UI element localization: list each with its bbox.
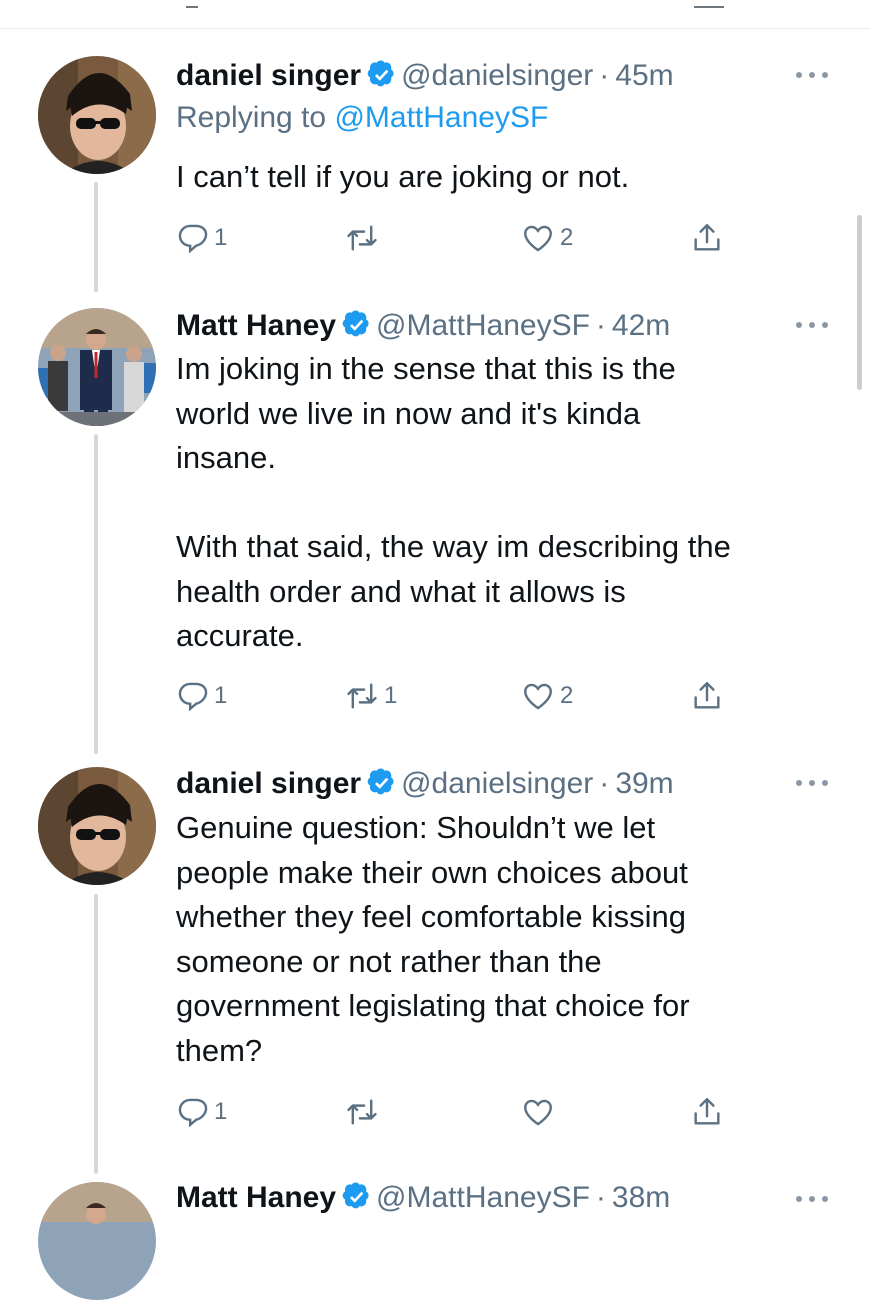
retweet-icon — [347, 1099, 377, 1125]
retweet-button[interactable]: 1 — [344, 678, 397, 714]
top-bar — [0, 0, 870, 29]
more-options-icon[interactable] — [792, 1190, 832, 1210]
share-icon — [694, 224, 720, 251]
like-icon — [524, 683, 552, 710]
share-button[interactable] — [690, 1094, 724, 1130]
tweet-header: daniel singer @danielsinger · 45m — [176, 56, 810, 96]
avatar-daniel-singer[interactable] — [38, 56, 156, 174]
like-count: 2 — [560, 224, 574, 251]
retweet-icon — [347, 225, 377, 251]
like-button[interactable] — [520, 1094, 560, 1130]
author-handle[interactable]: @MattHaneySF — [376, 1181, 590, 1214]
author-name[interactable]: daniel singer — [176, 59, 361, 92]
more-options-icon[interactable] — [792, 316, 832, 336]
top-icon-fragment-left — [186, 0, 198, 8]
author-name[interactable]: Matt Haney — [176, 309, 336, 342]
tweet-actions: 1 1 2 — [176, 678, 736, 714]
retweet-button[interactable] — [344, 220, 384, 256]
more-options-icon[interactable] — [792, 774, 832, 794]
tweet-text: I can’t tell if you are joking or not. — [176, 159, 630, 194]
share-icon — [694, 1098, 720, 1125]
thread-line — [94, 894, 98, 1174]
like-button[interactable]: 2 — [520, 678, 573, 714]
like-count: 2 — [560, 682, 574, 709]
thread-line — [94, 182, 98, 292]
like-icon — [524, 1099, 552, 1126]
tweet-1[interactable]: daniel singer @danielsinger · 45m Replyin… — [0, 56, 870, 292]
reply-icon — [178, 224, 208, 254]
reply-button[interactable]: 1 — [176, 220, 227, 256]
retweet-button[interactable] — [344, 1094, 384, 1130]
avatar-matt-haney[interactable] — [38, 308, 156, 426]
reply-count: 1 — [214, 682, 228, 709]
author-handle[interactable]: @danielsinger — [401, 59, 593, 92]
avatar-daniel-singer[interactable] — [38, 767, 156, 885]
separator-dot: · — [593, 59, 616, 92]
separator-dot: · — [589, 309, 612, 342]
author-name[interactable]: daniel singer — [176, 767, 361, 800]
tweet-3[interactable]: daniel singer @danielsinger · 39m Genuine… — [0, 764, 870, 1174]
top-icon-fragment-right — [694, 0, 724, 8]
tweet-header: daniel singer @danielsinger · 39m — [176, 764, 810, 804]
tweet-header: Matt Haney @MattHaneySF · 38m — [176, 1178, 810, 1218]
author-handle[interactable]: @danielsinger — [401, 767, 593, 800]
tweet-timestamp[interactable]: 38m — [612, 1181, 670, 1214]
share-button[interactable] — [690, 678, 724, 714]
tweet-timestamp[interactable]: 42m — [612, 309, 670, 342]
retweet-count: 1 — [384, 682, 398, 709]
verified-badge-icon — [342, 1182, 369, 1209]
reply-icon — [178, 682, 208, 712]
separator-dot: · — [589, 1181, 612, 1214]
tweet-header: Matt Haney @MattHaneySF · 42m — [176, 306, 810, 346]
reply-count: 1 — [214, 224, 228, 251]
share-button[interactable] — [690, 220, 724, 256]
verified-badge-icon — [342, 310, 369, 337]
tweet-actions: 1 — [176, 1094, 736, 1130]
tweet-4[interactable]: Matt Haney @MattHaneySF · 38m — [0, 1180, 870, 1300]
author-handle[interactable]: @MattHaneySF — [376, 309, 590, 342]
tweet-text: Genuine question: Shouldn’t we let peopl… — [176, 810, 690, 1068]
author-name[interactable]: Matt Haney — [176, 1181, 336, 1214]
reply-button[interactable]: 1 — [176, 1094, 227, 1130]
replying-to: Replying to @MattHaneySF — [176, 98, 548, 138]
like-icon — [524, 225, 552, 252]
verified-badge-icon — [367, 768, 394, 795]
replying-prefix: Replying to — [176, 101, 335, 134]
share-icon — [694, 682, 720, 709]
tweet-timestamp[interactable]: 39m — [615, 767, 673, 800]
tweet-timestamp[interactable]: 45m — [615, 59, 673, 92]
tweet-actions: 1 2 — [176, 220, 736, 256]
separator-dot: · — [593, 767, 616, 800]
verified-badge-icon — [367, 60, 394, 87]
reply-icon — [178, 1098, 208, 1128]
reply-count: 1 — [214, 1098, 228, 1125]
more-options-icon[interactable] — [792, 66, 832, 86]
thread-line — [94, 434, 98, 754]
tweet-2[interactable]: Matt Haney @MattHaneySF · 42m Im joking i… — [0, 306, 870, 754]
reply-button[interactable]: 1 — [176, 678, 227, 714]
like-button[interactable]: 2 — [520, 220, 573, 256]
retweet-icon — [347, 683, 377, 709]
replying-to-link[interactable]: @MattHaneySF — [334, 101, 548, 134]
tweet-text: Im joking in the sense that this is the … — [176, 351, 731, 653]
